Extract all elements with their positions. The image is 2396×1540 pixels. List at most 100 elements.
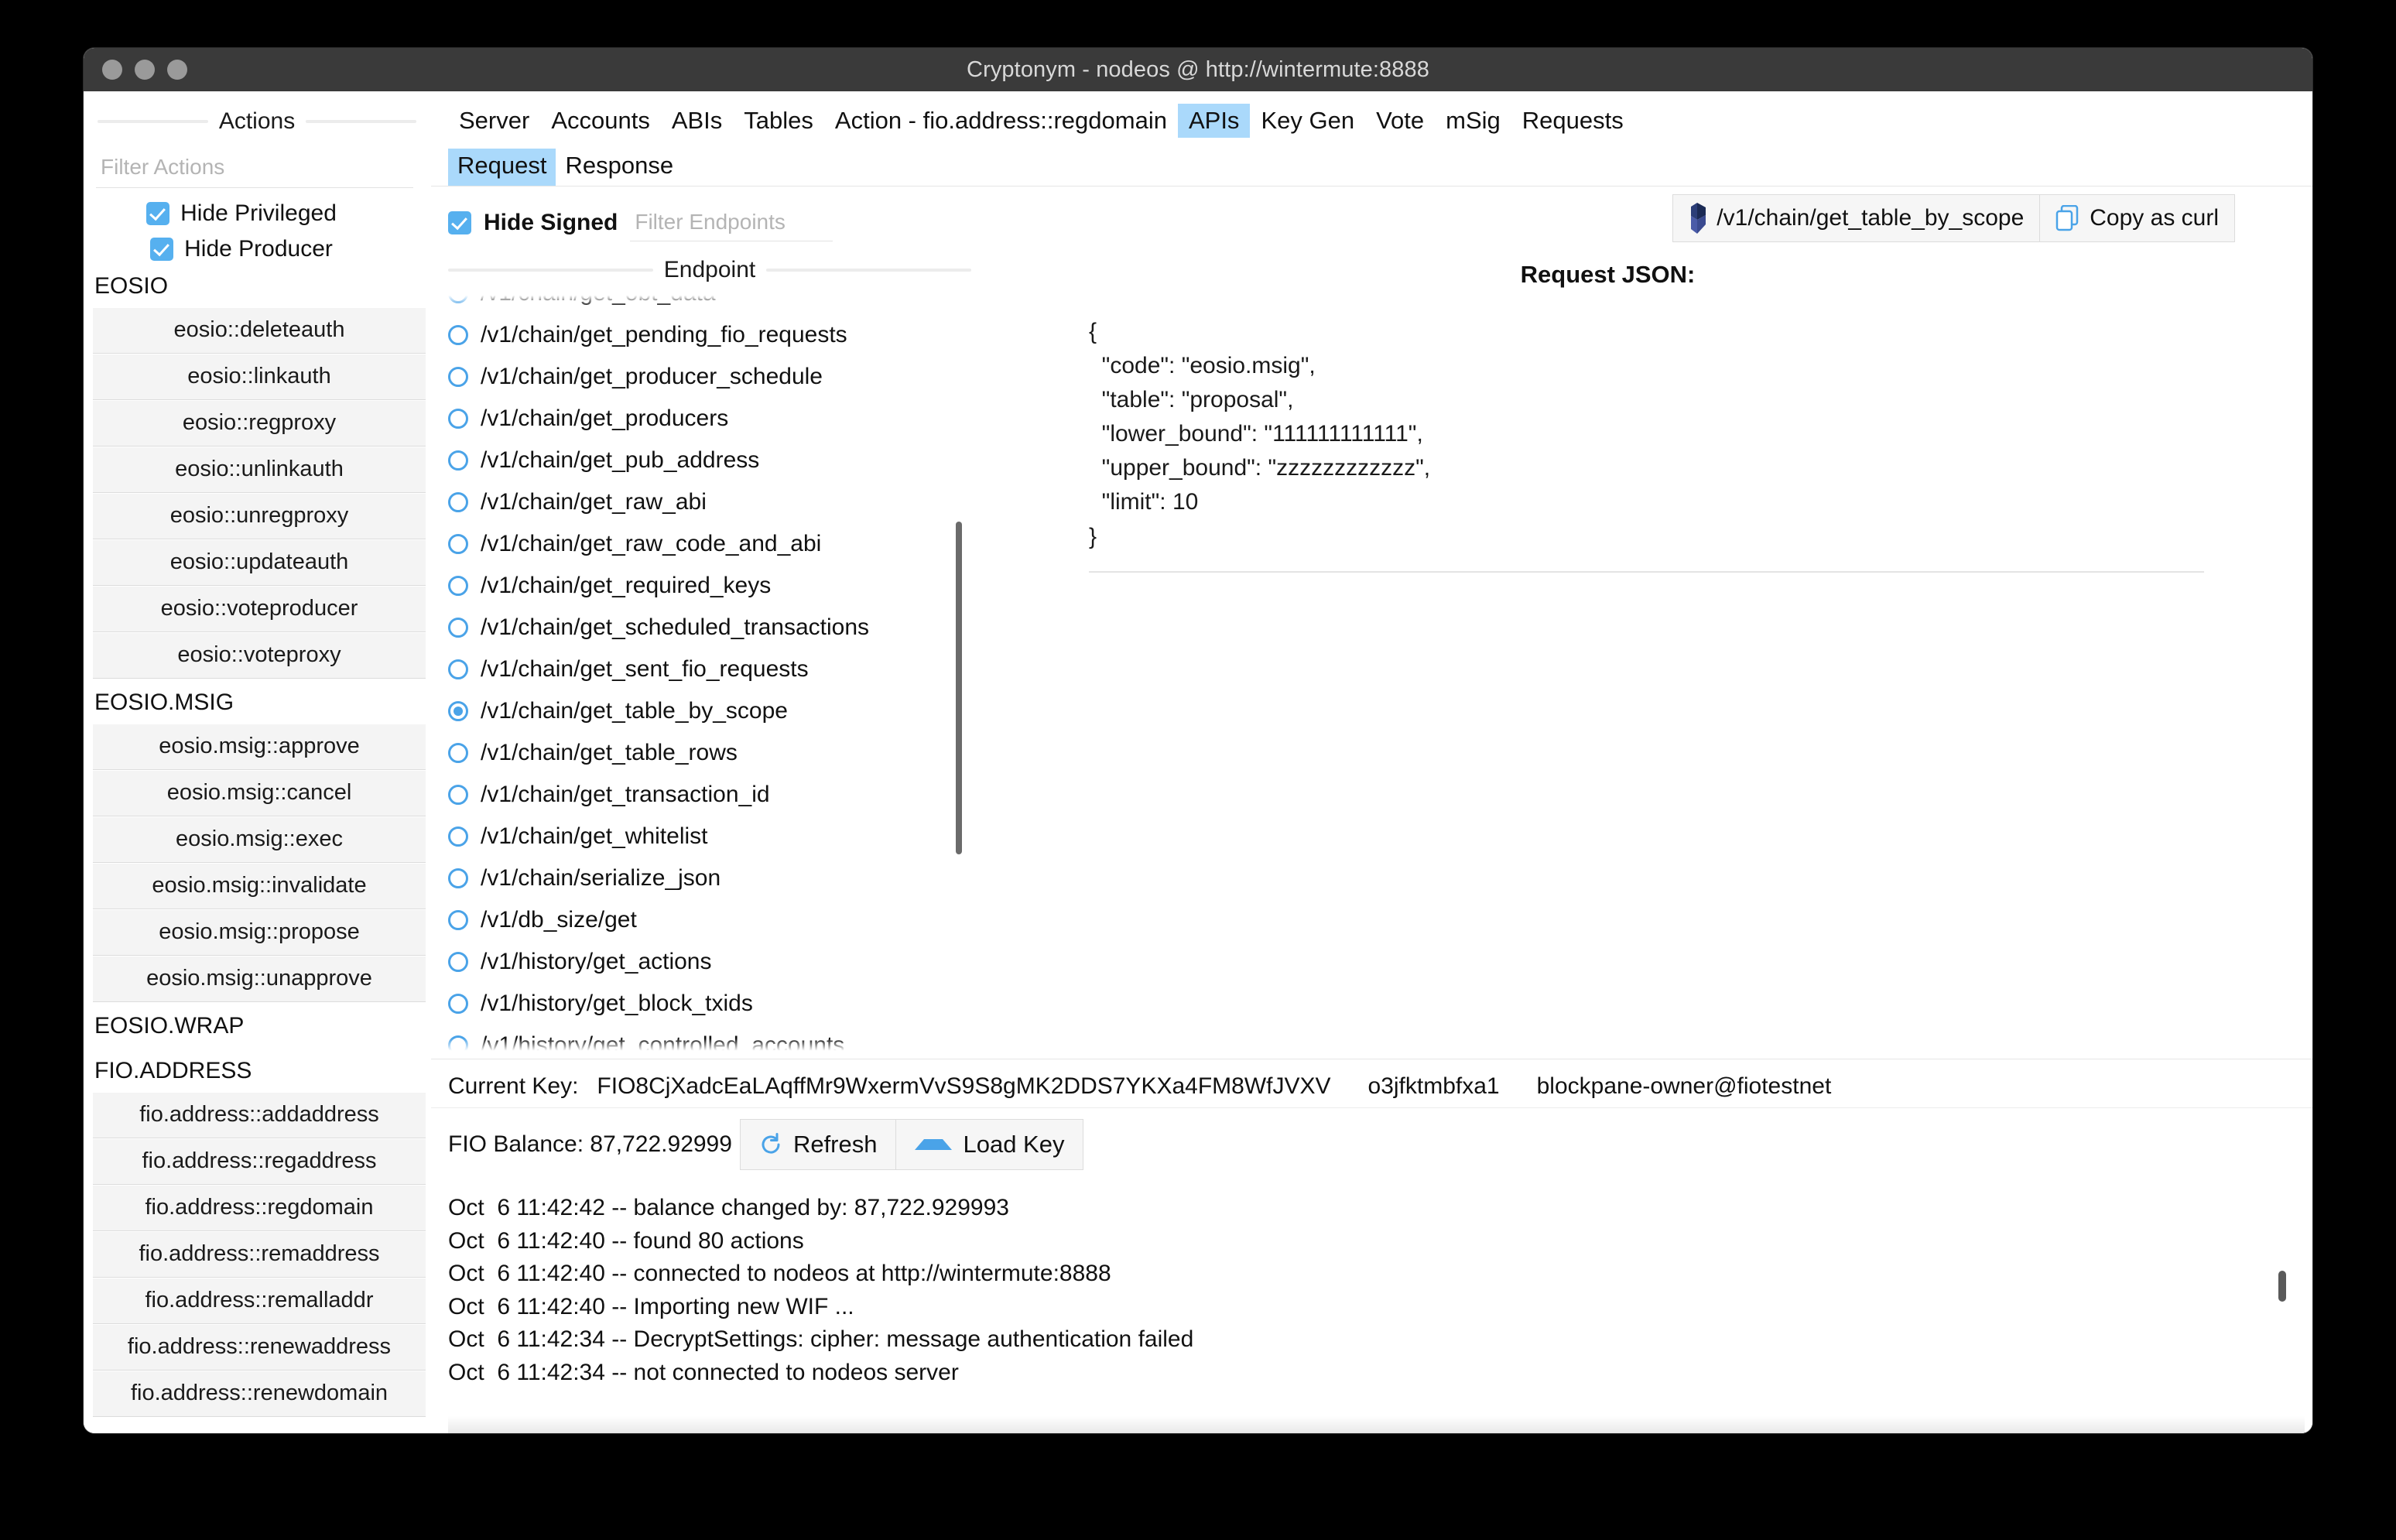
endpoint-label: /v1/chain/get_obt_data xyxy=(481,289,716,306)
endpoint-radio[interactable] xyxy=(448,367,468,387)
action-list-item[interactable]: eosio::deleteauth xyxy=(93,307,426,354)
action-list-item[interactable]: eosio.msig::unapprove xyxy=(93,956,426,1002)
subtab-response[interactable]: Response xyxy=(556,149,683,186)
copy-as-curl-button[interactable]: Copy as curl xyxy=(2040,194,2235,242)
endpoint-row[interactable]: /v1/chain/get_obt_data xyxy=(448,289,988,314)
endpoint-list-scrollbar[interactable] xyxy=(956,522,962,854)
endpoint-row[interactable]: /v1/chain/get_sent_fio_requests xyxy=(448,649,988,690)
endpoint-row[interactable]: /v1/history/get_actions xyxy=(448,941,988,983)
tab-apis[interactable]: APIs xyxy=(1177,104,1251,138)
action-list-item[interactable]: fio.address::renewaddress xyxy=(93,1324,426,1371)
action-list-item[interactable]: fio.address::renewdomain xyxy=(93,1371,426,1417)
endpoint-row[interactable]: /v1/chain/get_table_by_scope xyxy=(448,690,988,732)
endpoint-radio[interactable] xyxy=(448,576,468,596)
action-list-item[interactable]: eosio::voteproxy xyxy=(93,632,426,679)
endpoint-radio[interactable] xyxy=(448,826,468,847)
tab-abis[interactable]: ABIs xyxy=(661,104,733,138)
tab-key-gen[interactable]: Key Gen xyxy=(1250,104,1365,138)
endpoint-row[interactable]: /v1/history/get_block_txids xyxy=(448,983,988,1025)
request-json-column: /v1/chain/get_table_by_scope Copy as cur… xyxy=(988,187,2312,1059)
endpoint-row[interactable]: /v1/chain/get_raw_abi xyxy=(448,481,988,523)
endpoint-radio[interactable] xyxy=(448,952,468,972)
action-list-item[interactable]: fio.address::addaddress xyxy=(93,1092,426,1138)
action-list-item[interactable]: eosio::unregproxy xyxy=(93,493,426,539)
tab-action-fio-address-regdomain[interactable]: Action - fio.address::regdomain xyxy=(824,104,1178,138)
endpoint-row[interactable]: /v1/chain/get_raw_code_and_abi xyxy=(448,523,988,565)
endpoint-radio[interactable] xyxy=(448,743,468,763)
log-output-area[interactable]: Oct 6 11:42:42 -- balance changed by: 87… xyxy=(431,1178,2312,1416)
load-key-button[interactable]: Load Key xyxy=(896,1119,1084,1170)
endpoint-row[interactable]: /v1/chain/get_producers xyxy=(448,398,988,440)
hide-privileged-row[interactable]: Hide Privileged xyxy=(84,200,430,227)
run-endpoint-button[interactable]: /v1/chain/get_table_by_scope xyxy=(1672,194,2041,242)
endpoint-row[interactable]: /v1/chain/get_pub_address xyxy=(448,440,988,481)
action-list-item[interactable]: eosio.msig::invalidate xyxy=(93,863,426,909)
refresh-button[interactable]: Refresh xyxy=(739,1119,897,1170)
tab-vote[interactable]: Vote xyxy=(1365,104,1435,138)
endpoint-radio[interactable] xyxy=(448,534,468,554)
run-endpoint-label: /v1/chain/get_table_by_scope xyxy=(1717,205,2025,231)
hide-producer-checkbox[interactable] xyxy=(150,238,174,261)
endpoint-radio[interactable] xyxy=(448,994,468,1014)
endpoint-radio[interactable] xyxy=(448,659,468,679)
endpoint-radio[interactable] xyxy=(448,492,468,512)
hide-signed-checkbox[interactable] xyxy=(448,210,471,234)
hide-signed-row[interactable]: Hide Signed xyxy=(431,187,988,252)
action-list-item[interactable]: eosio::linkauth xyxy=(93,354,426,400)
action-list-item[interactable]: eosio::updateauth xyxy=(93,539,426,586)
endpoint-list[interactable]: /v1/chain/get_obt_data/v1/chain/get_pend… xyxy=(431,289,988,1059)
endpoint-radio[interactable] xyxy=(448,289,468,303)
endpoint-radio[interactable] xyxy=(448,409,468,429)
endpoint-row[interactable]: /v1/chain/get_table_rows xyxy=(448,732,988,774)
tab-tables[interactable]: Tables xyxy=(733,104,824,138)
action-list-item[interactable]: eosio.msig::propose xyxy=(93,909,426,956)
request-json-body[interactable]: { "code": "eosio.msig", "table": "propos… xyxy=(1089,315,2312,554)
endpoint-row[interactable]: /v1/chain/get_pending_fio_requests xyxy=(448,314,988,356)
endpoint-row[interactable]: /v1/chain/serialize_json xyxy=(448,857,988,899)
log-scrollbar[interactable] xyxy=(2278,1271,2286,1302)
action-list-item[interactable]: eosio::unlinkauth xyxy=(93,447,426,493)
tab-requests[interactable]: Requests xyxy=(1511,104,1634,138)
endpoint-radio[interactable] xyxy=(448,701,468,721)
action-list-item[interactable]: eosio.msig::cancel xyxy=(93,770,426,816)
tab-server[interactable]: Server xyxy=(448,104,540,138)
action-list-item[interactable]: eosio.msig::exec xyxy=(93,816,426,863)
endpoint-row[interactable]: /v1/chain/get_required_keys xyxy=(448,565,988,607)
action-list-item[interactable]: fio.address::regdomain xyxy=(93,1185,426,1231)
zoom-window-button[interactable] xyxy=(167,60,187,80)
action-list-item[interactable]: eosio::voteproducer xyxy=(93,586,426,632)
endpoint-row[interactable]: /v1/chain/get_transaction_id xyxy=(448,774,988,816)
endpoint-label: /v1/chain/get_raw_code_and_abi xyxy=(481,531,822,556)
endpoint-radio[interactable] xyxy=(448,910,468,930)
action-list-item[interactable]: fio.address::remalladdr xyxy=(93,1278,426,1324)
endpoint-radio[interactable] xyxy=(448,618,468,638)
subtab-request[interactable]: Request xyxy=(448,149,556,186)
tab-accounts[interactable]: Accounts xyxy=(540,104,661,138)
minimize-window-button[interactable] xyxy=(135,60,155,80)
action-list-item[interactable]: fio.address::regaddress xyxy=(93,1138,426,1185)
action-list-item[interactable]: eosio.msig::approve xyxy=(93,724,426,770)
log-line: Oct 6 11:42:42 -- balance changed by: 87… xyxy=(448,1195,1009,1220)
hide-producer-row[interactable]: Hide Producer xyxy=(84,236,430,262)
fio-address-value[interactable]: blockpane-owner@fiotestnet xyxy=(1537,1073,1832,1100)
endpoint-radio[interactable] xyxy=(448,785,468,805)
log-line-list: Oct 6 11:42:42 -- balance changed by: 87… xyxy=(448,1192,2312,1390)
endpoint-row[interactable]: /v1/chain/get_whitelist xyxy=(448,816,988,857)
endpoint-radio[interactable] xyxy=(448,450,468,471)
hide-privileged-checkbox[interactable] xyxy=(146,202,170,225)
close-window-button[interactable] xyxy=(102,60,122,80)
action-list-item[interactable]: eosio::regproxy xyxy=(93,400,426,447)
tab-msig[interactable]: mSig xyxy=(1435,104,1511,138)
current-key-value[interactable]: FIO8CjXadcEaLAqffMr9WxermVvS9S8gMK2DDS7Y… xyxy=(597,1073,1330,1100)
endpoint-radio[interactable] xyxy=(448,325,468,345)
endpoint-row[interactable]: /v1/chain/get_producer_schedule xyxy=(448,356,988,398)
account-name-value[interactable]: o3jfktmbfxa1 xyxy=(1368,1073,1500,1100)
filter-actions-input[interactable] xyxy=(96,147,413,188)
endpoint-radio[interactable] xyxy=(448,1035,468,1056)
endpoint-row[interactable]: /v1/history/get_controlled_accounts xyxy=(448,1025,988,1059)
endpoint-radio[interactable] xyxy=(448,868,468,888)
endpoint-row[interactable]: /v1/chain/get_scheduled_transactions xyxy=(448,607,988,649)
filter-endpoints-input[interactable] xyxy=(630,204,833,241)
endpoint-row[interactable]: /v1/db_size/get xyxy=(448,899,988,941)
action-list-item[interactable]: fio.address::remaddress xyxy=(93,1231,426,1278)
